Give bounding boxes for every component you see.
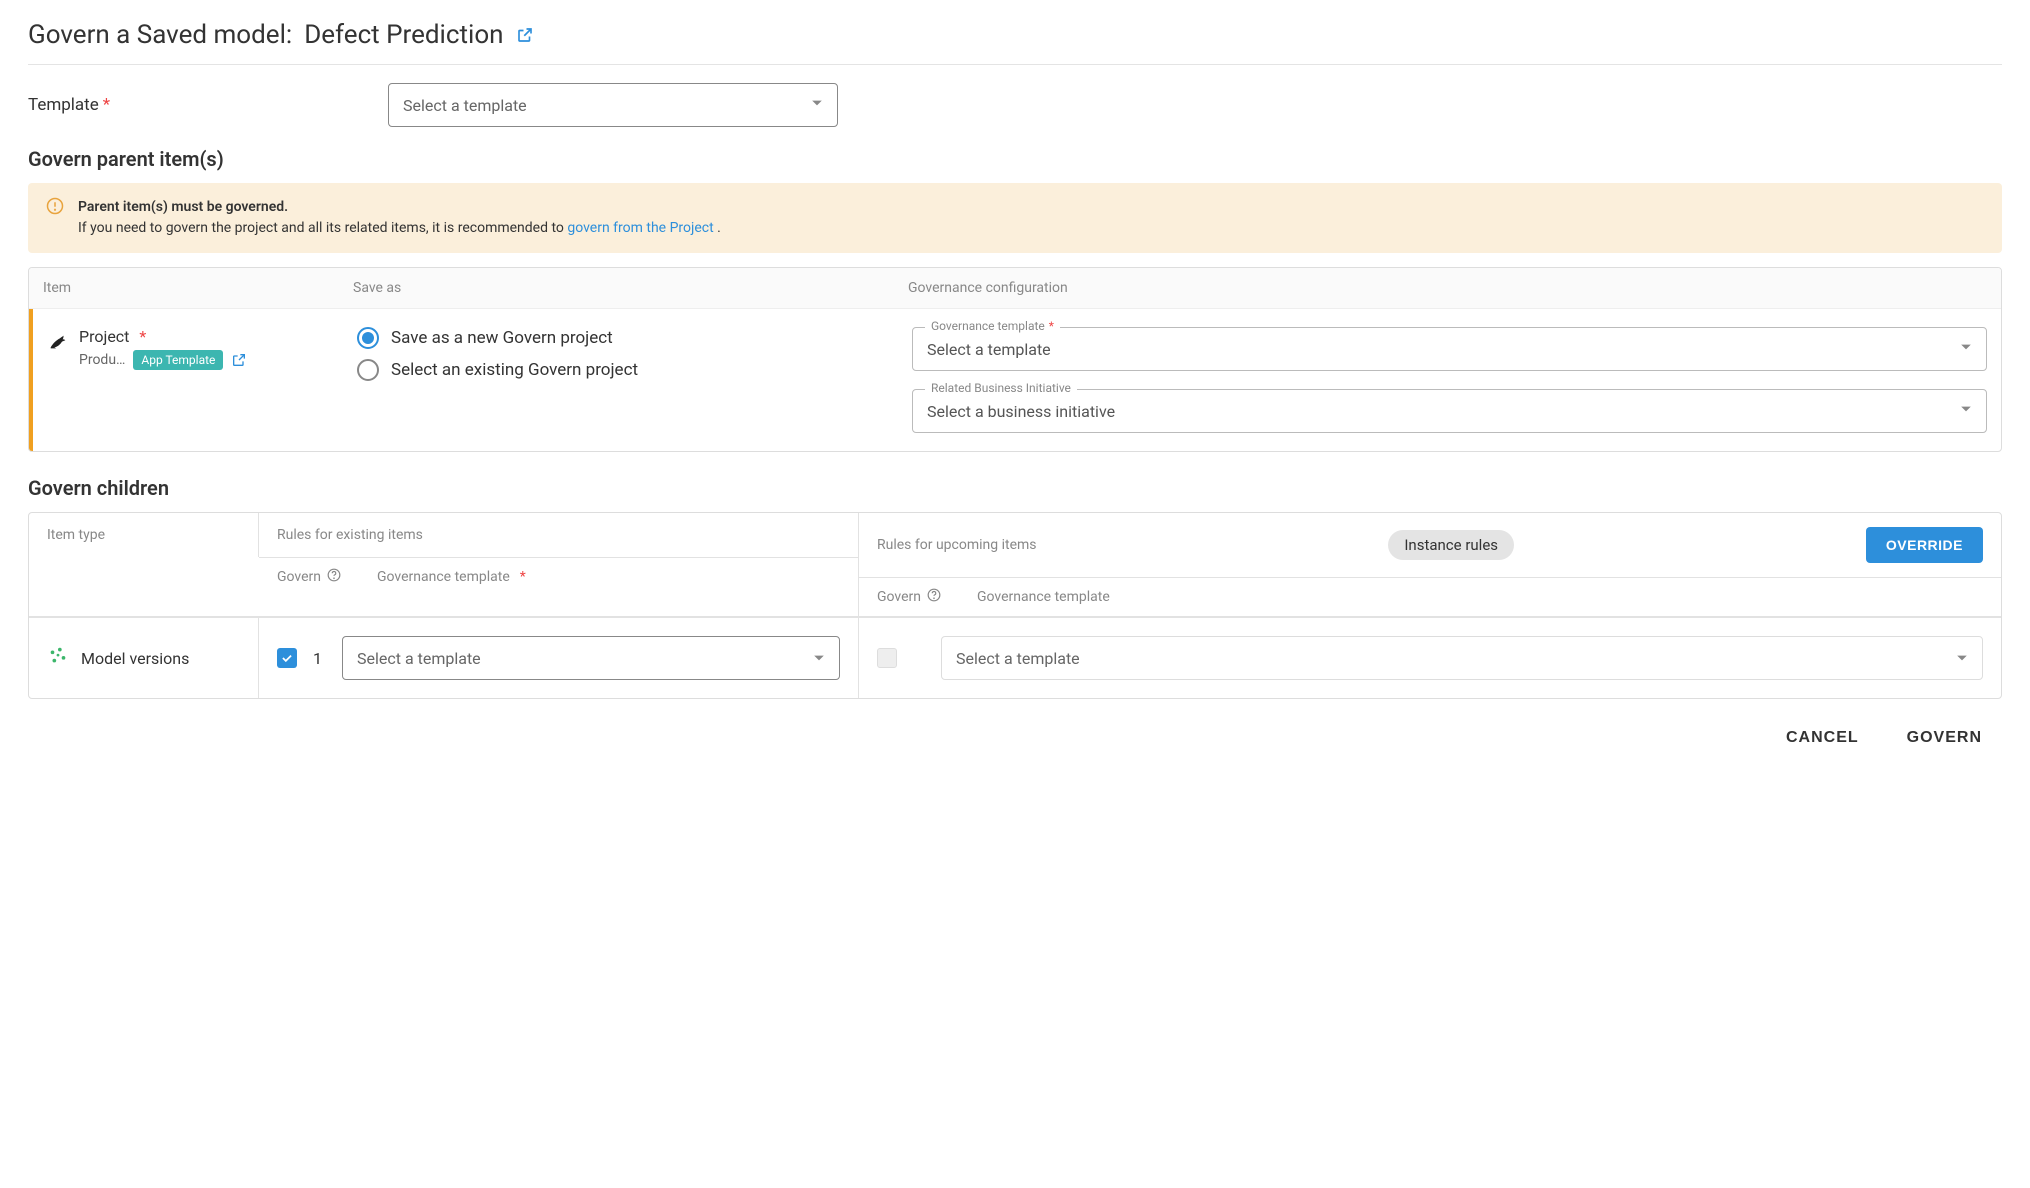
chevron-down-icon bbox=[1956, 649, 1968, 668]
chevron-down-icon bbox=[811, 97, 823, 113]
project-subtext: Produ… bbox=[79, 352, 125, 368]
col-item: Item bbox=[43, 280, 353, 296]
row-item-type: Model versions bbox=[29, 618, 259, 698]
cancel-button[interactable]: CANCEL bbox=[1786, 729, 1859, 747]
chevron-down-icon bbox=[1960, 403, 1972, 419]
subcol-gov-template-existing: Governance template* bbox=[359, 558, 544, 596]
help-icon[interactable] bbox=[927, 588, 941, 606]
project-icon bbox=[47, 331, 69, 433]
governance-template-select[interactable]: Governance template* Select a template bbox=[912, 327, 1987, 371]
model-name: Defect Prediction bbox=[304, 20, 503, 50]
warning-box: Parent item(s) must be governed. If you … bbox=[28, 183, 2002, 253]
col-item-type: Item type bbox=[29, 513, 259, 557]
instance-rules-pill[interactable]: Instance rules bbox=[1388, 530, 1514, 560]
col-gov-config: Governance configuration bbox=[908, 280, 1987, 296]
divider bbox=[28, 64, 2002, 65]
subcol-govern-upcoming: Govern bbox=[859, 578, 959, 616]
project-external-link-icon[interactable] bbox=[231, 352, 247, 368]
radio-icon-checked bbox=[357, 327, 379, 349]
template-select[interactable]: Select a template bbox=[388, 83, 838, 127]
children-table: Item type Rules for existing items Gover… bbox=[28, 512, 2002, 699]
govern-existing-checkbox[interactable] bbox=[277, 648, 297, 668]
col-rules-existing: Rules for existing items bbox=[259, 513, 858, 558]
model-versions-icon bbox=[47, 645, 69, 671]
app-template-badge: App Template bbox=[133, 350, 223, 370]
govern-from-project-link[interactable]: govern from the Project bbox=[567, 220, 713, 236]
upcoming-template-select[interactable]: Select a template bbox=[941, 636, 1983, 680]
subcol-govern-existing: Govern bbox=[259, 558, 359, 596]
radio-icon-unchecked bbox=[357, 359, 379, 381]
govern-upcoming-checkbox[interactable] bbox=[877, 648, 897, 668]
required-asterisk: * bbox=[103, 95, 110, 115]
chevron-down-icon bbox=[1960, 341, 1972, 357]
template-label: Template* bbox=[28, 95, 388, 115]
template-row: Template* Select a template bbox=[28, 83, 2002, 127]
radio-select-existing[interactable]: Select an existing Govern project bbox=[357, 359, 912, 381]
parent-table: Item Save as Governance configuration Pr… bbox=[28, 267, 2002, 452]
parent-section-heading: Govern parent item(s) bbox=[28, 147, 2002, 171]
business-initiative-select[interactable]: Related Business Initiative Select a bus… bbox=[912, 389, 1987, 433]
existing-count: 1 bbox=[313, 649, 322, 668]
warning-icon bbox=[46, 197, 64, 239]
parent-row: Project * Produ… App Template Save as a … bbox=[29, 309, 2001, 451]
radio-save-new[interactable]: Save as a new Govern project bbox=[357, 327, 912, 349]
children-section-heading: Govern children bbox=[28, 476, 2002, 500]
existing-template-select[interactable]: Select a template bbox=[342, 636, 840, 680]
warning-text: If you need to govern the project and al… bbox=[78, 220, 567, 236]
chevron-down-icon bbox=[813, 649, 825, 668]
footer-actions: CANCEL GOVERN bbox=[28, 729, 2002, 747]
override-button[interactable]: OVERRIDE bbox=[1866, 527, 1983, 563]
help-icon[interactable] bbox=[327, 568, 341, 586]
open-external-icon[interactable] bbox=[516, 26, 534, 44]
subcol-gov-template-upcoming: Governance template bbox=[959, 578, 1128, 616]
required-asterisk: * bbox=[139, 327, 146, 346]
page-title-prefix: Govern a Saved model: bbox=[28, 20, 292, 50]
col-save-as: Save as bbox=[353, 280, 908, 296]
page-header: Govern a Saved model: Defect Prediction bbox=[28, 20, 2002, 50]
warning-bold-text: Parent item(s) must be governed. bbox=[78, 199, 288, 215]
govern-button[interactable]: GOVERN bbox=[1907, 729, 1982, 747]
col-rules-upcoming: Rules for upcoming items Instance rules … bbox=[859, 513, 2001, 578]
project-label: Project bbox=[79, 327, 129, 346]
